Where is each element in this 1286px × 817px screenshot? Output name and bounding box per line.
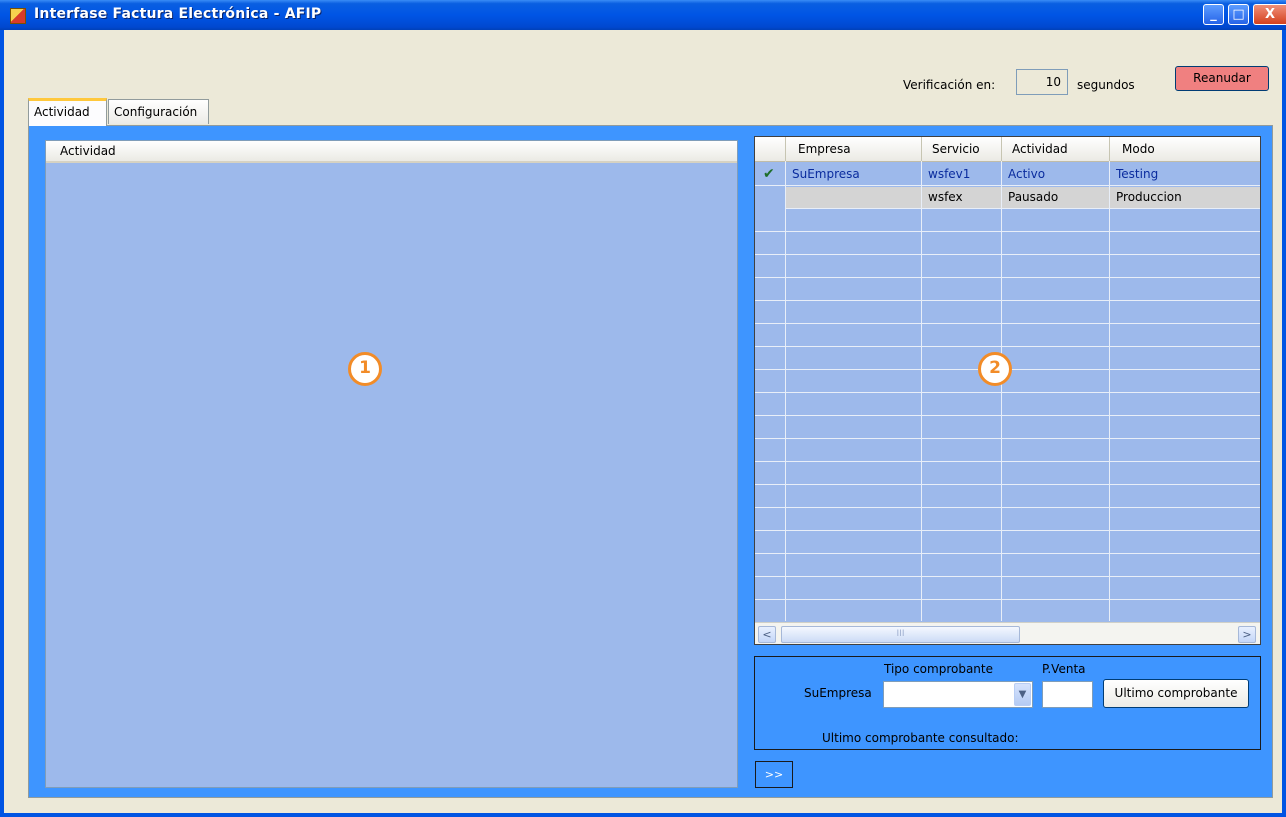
empty-grid-row xyxy=(755,325,1260,347)
grid-cell-modo: Testing xyxy=(1116,167,1159,181)
company-label: SuEmpresa xyxy=(804,686,872,700)
maximize-button[interactable]: □ xyxy=(1228,4,1249,25)
grid-cell-empresa: SuEmpresa xyxy=(792,167,860,181)
empty-grid-row xyxy=(755,302,1260,324)
empty-grid-row xyxy=(755,509,1260,531)
empty-grid-row xyxy=(755,555,1260,577)
scroll-right-icon[interactable]: > xyxy=(1238,626,1256,643)
column-header-modo[interactable]: Modo xyxy=(1110,137,1260,161)
horizontal-scrollbar[interactable]: < III > xyxy=(755,622,1260,644)
empty-grid-row xyxy=(755,233,1260,255)
row-selector-header xyxy=(755,137,786,161)
grid-divider xyxy=(1109,161,1110,621)
marker-2-badge: 2 xyxy=(978,352,1012,386)
empty-grid-row xyxy=(755,578,1260,600)
empty-grid-row xyxy=(755,486,1260,508)
empty-grid-row xyxy=(755,417,1260,439)
pv-label: P.Venta xyxy=(1042,662,1086,676)
verification-seconds-input[interactable]: 10 xyxy=(1016,69,1068,95)
chevron-down-icon[interactable]: ▼ xyxy=(1014,683,1031,706)
app-icon xyxy=(10,8,26,24)
empty-grid-row xyxy=(755,210,1260,232)
last-voucher-button[interactable]: Ultimo comprobante xyxy=(1103,679,1249,708)
empty-grid-row xyxy=(755,394,1260,416)
services-grid[interactable]: Empresa Servicio Actividad Modo ✔ SuEmpr… xyxy=(754,136,1261,645)
grid-cell-modo: Produccion xyxy=(1116,190,1182,204)
grid-divider xyxy=(921,161,922,621)
empty-grid-row xyxy=(755,532,1260,554)
grid-header: Empresa Servicio Actividad Modo xyxy=(755,137,1260,162)
empty-grid-row xyxy=(755,440,1260,462)
table-row[interactable]: wsfex Pausado Produccion xyxy=(755,187,1260,209)
scroll-thumb[interactable]: III xyxy=(781,626,1020,643)
grid-cell-servicio: wsfev1 xyxy=(928,167,971,181)
tab-actividad[interactable]: Actividad xyxy=(28,98,107,126)
seconds-label: segundos xyxy=(1077,78,1135,92)
activity-column-header[interactable]: Actividad xyxy=(46,141,737,163)
table-row[interactable]: ✔ SuEmpresa wsfev1 Activo Testing xyxy=(755,164,1260,186)
last-voucher-status: Ultimo comprobante consultado: xyxy=(822,731,1019,745)
minimize-button[interactable]: _ xyxy=(1203,4,1224,25)
activity-list[interactable]: Actividad xyxy=(45,140,738,788)
title-bar[interactable]: Interfase Factura Electrónica - AFIP _ □… xyxy=(0,0,1286,30)
verification-label: Verificación en: xyxy=(903,78,996,92)
marker-1-badge: 1 xyxy=(348,352,382,386)
grid-cell-empresa xyxy=(786,187,922,209)
row-selector-cell xyxy=(755,187,786,209)
column-header-actividad[interactable]: Actividad xyxy=(1002,137,1110,161)
grid-divider xyxy=(785,161,786,621)
grid-cell-actividad: Pausado xyxy=(1008,190,1059,204)
empty-grid-row xyxy=(755,601,1260,623)
expand-button[interactable]: >> xyxy=(755,761,793,788)
grid-cell-actividad: Activo xyxy=(1008,167,1046,181)
empty-grid-row xyxy=(755,279,1260,301)
pv-input[interactable] xyxy=(1042,681,1093,708)
voucher-type-select[interactable]: ▼ xyxy=(883,681,1033,708)
check-icon: ✔ xyxy=(763,166,775,182)
tab-configuracion[interactable]: Configuración xyxy=(108,99,209,124)
voucher-type-label: Tipo comprobante xyxy=(884,662,993,676)
resume-button[interactable]: Reanudar xyxy=(1175,66,1269,91)
column-header-servicio[interactable]: Servicio xyxy=(922,137,1002,161)
close-button[interactable]: X xyxy=(1253,4,1286,25)
grid-divider xyxy=(1001,161,1002,621)
scroll-left-icon[interactable]: < xyxy=(758,626,776,643)
column-header-empresa[interactable]: Empresa xyxy=(786,137,922,161)
empty-grid-row xyxy=(755,463,1260,485)
empty-grid-row xyxy=(755,256,1260,278)
window-title: Interfase Factura Electrónica - AFIP xyxy=(34,6,322,22)
grid-cell-servicio: wsfex xyxy=(928,190,963,204)
